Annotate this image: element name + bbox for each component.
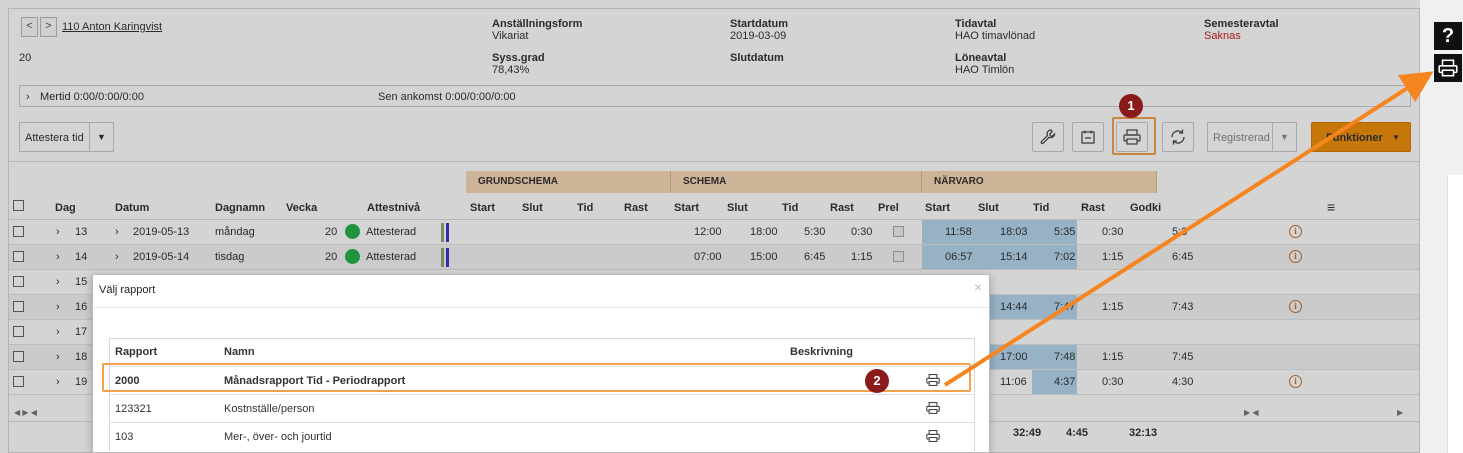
annotation-arrow (943, 71, 1434, 387)
step-2-badge: 2 (865, 369, 889, 393)
app-window: < > 110 Anton Karingvist 20 Anställnings… (0, 0, 1463, 453)
step-1-badge: 1 (1119, 94, 1143, 118)
